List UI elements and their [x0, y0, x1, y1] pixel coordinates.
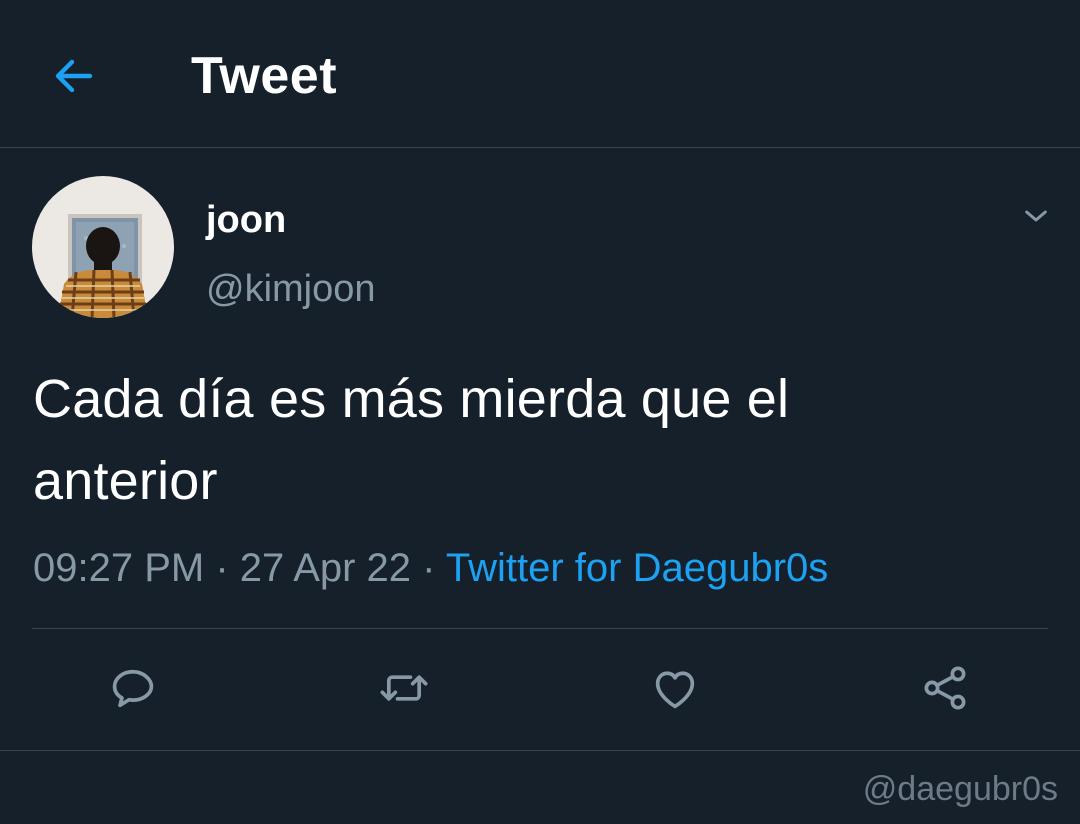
- author-handle[interactable]: @kimjoon: [206, 266, 376, 312]
- profile-photo: [32, 176, 174, 318]
- divider: [0, 750, 1080, 751]
- share-button[interactable]: [917, 660, 973, 716]
- watermark: @daegubr0s: [862, 770, 1058, 808]
- back-button[interactable]: [40, 44, 108, 108]
- divider: [32, 628, 1048, 629]
- tweet-metadata: 09:27 PM · 27 Apr 22 · Twitter for Daegu…: [33, 544, 828, 592]
- author-display-name[interactable]: joon: [206, 198, 286, 242]
- meta-separator: ·: [422, 546, 436, 590]
- tweet-time: 09:27 PM: [33, 546, 205, 590]
- like-icon: [655, 671, 695, 709]
- reply-icon: [112, 669, 154, 708]
- arrow-left-icon: [55, 59, 93, 93]
- tweet-date: 27 Apr 22: [239, 546, 412, 590]
- share-icon: [924, 666, 966, 710]
- tweet-text: Cada día es más mierda que el anterior: [33, 358, 1043, 522]
- retweet-icon: [380, 675, 428, 701]
- like-button[interactable]: [647, 660, 703, 716]
- top-bar: Tweet: [0, 0, 1080, 148]
- avatar[interactable]: [32, 176, 174, 318]
- retweet-button[interactable]: [376, 660, 432, 716]
- meta-separator: ·: [215, 546, 229, 590]
- reply-button[interactable]: [105, 660, 161, 716]
- more-options-button[interactable]: [1012, 196, 1060, 236]
- tweet-text-line: anterior: [33, 451, 218, 511]
- tweet-text-line: Cada día es más mierda que el: [33, 369, 790, 429]
- tweet-source-link[interactable]: Twitter for Daegubr0s: [446, 546, 828, 590]
- chevron-down-icon: [1025, 210, 1047, 222]
- page-title: Tweet: [191, 47, 338, 105]
